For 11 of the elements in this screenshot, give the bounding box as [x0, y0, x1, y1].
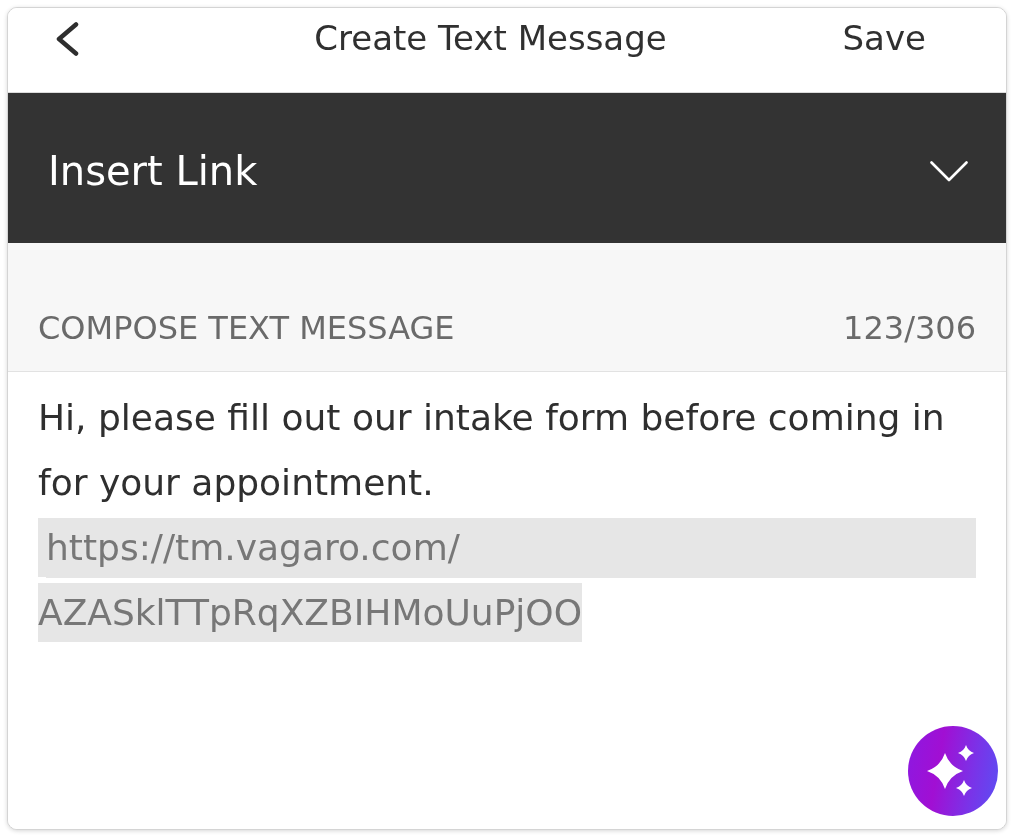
sparkle-icon — [926, 745, 974, 796]
link[interactable]: https://tm.vagaro.com/AZASklTTpRqXZBIHMoUuPjOO — [38, 515, 976, 645]
message-field[interactable]: Hi, please fill out our intake form before coming in for your appointment. https://tm.vagaro.com/AZASklTTpRqXZBIHMoUuPjOO — [8, 372, 1006, 829]
link-dropdown[interactable]: Insert Link — [8, 93, 1006, 243]
back-button[interactable] — [55, 22, 79, 56]
screen-title: Create Text Message — [314, 18, 667, 58]
back-icon — [55, 22, 79, 56]
message-text: Hi, please fill out our intake form before coming in for your appointment. https://tm.vagaro.com/AZASklTTpRqXZBIHMoUuPjOO — [38, 385, 976, 645]
character-count: 123/306 — [843, 308, 976, 348]
save-button[interactable]: Save — [842, 18, 926, 58]
section-label: COMPOSE TEXT MESSAGE — [38, 308, 455, 348]
